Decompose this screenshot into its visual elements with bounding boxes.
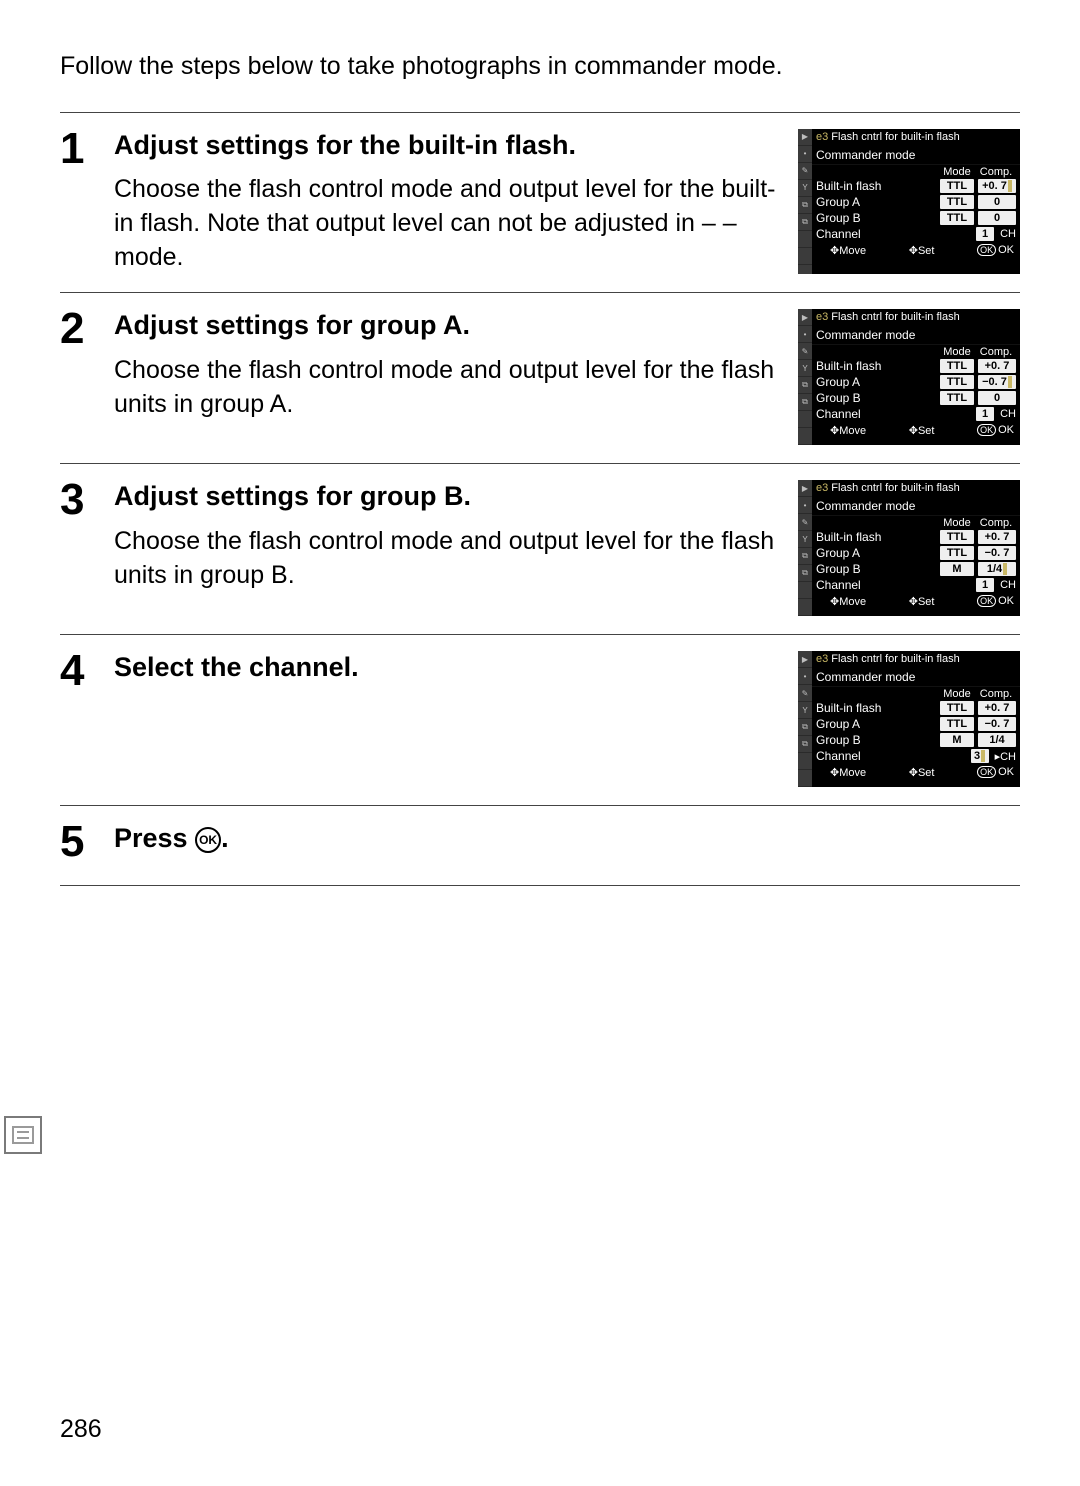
lcd-row: Group ATTL−0. 7 (812, 716, 1020, 732)
lcd-row: Group ATTL0 (812, 194, 1020, 210)
lcd-channel-row: Channel1CH (812, 406, 1020, 422)
step-item: 4Select the channel. ▶•✎Y⧉⧉e3 Flash cntrl… (60, 635, 1020, 806)
step-description: Choose the flash control mode and output… (114, 525, 778, 593)
lcd-subtitle: Commander mode (812, 326, 1020, 345)
lcd-channel-row: Channel1CH (812, 577, 1020, 593)
lcd-footer: ✥Move✥SetOKOK (812, 242, 1020, 260)
step-description: Choose the flash control mode and output… (114, 354, 778, 422)
ok-icon: OK (195, 827, 221, 853)
lcd-channel-row: Channel1CH (812, 226, 1020, 242)
step-item: 2Adjust settings for group A. Choose the … (60, 293, 1020, 464)
lcd-header-row: ModeComp. (812, 345, 1020, 358)
lcd-subtitle: Commander mode (812, 668, 1020, 687)
step-number: 4 (60, 647, 114, 787)
step-title: Adjust settings for group A. (114, 309, 778, 341)
step-number: 1 (60, 125, 114, 275)
lcd-row: Group ATTL−0. 7 (812, 545, 1020, 561)
lcd-channel-row: Channel3▸CH (812, 748, 1020, 764)
intro-text: Follow the steps below to take photograp… (60, 50, 1020, 84)
step-title: Select the channel. (114, 651, 778, 683)
lcd-header-row: ModeComp. (812, 165, 1020, 178)
lcd-row: Built-in flashTTL+0. 7 (812, 178, 1020, 194)
page-number: 286 (60, 1415, 102, 1444)
lcd-subtitle: Commander mode (812, 146, 1020, 165)
lcd-screenshot: ▶•✎Y⧉⧉e3 Flash cntrl for built-in flashC… (798, 480, 1020, 616)
lcd-header-row: ModeComp. (812, 516, 1020, 529)
lcd-row: Built-in flashTTL+0. 7 (812, 358, 1020, 374)
lcd-footer: ✥Move✥SetOKOK (812, 593, 1020, 611)
lcd-screenshot: ▶•✎Y⧉⧉e3 Flash cntrl for built-in flashC… (798, 129, 1020, 275)
lcd-footer: ✥Move✥SetOKOK (812, 764, 1020, 782)
step-item: 1Adjust settings for the built-in flash.… (60, 113, 1020, 294)
step-title: Press OK. (114, 822, 1020, 854)
lcd-screenshot: ▶•✎Y⧉⧉e3 Flash cntrl for built-in flashC… (798, 309, 1020, 445)
lcd-row: Group BTTL0 (812, 210, 1020, 226)
lcd-row: Group BM1/4 (812, 732, 1020, 748)
lcd-title: e3 Flash cntrl for built-in flash (812, 480, 1020, 497)
step-title: Adjust settings for the built-in flash. (114, 129, 778, 161)
lcd-row: Group BTTL0 (812, 390, 1020, 406)
step-title: Adjust settings for group B. (114, 480, 778, 512)
step-description: Choose the flash control mode and output… (114, 173, 778, 274)
lcd-title: e3 Flash cntrl for built-in flash (812, 651, 1020, 668)
step-number: 2 (60, 305, 114, 445)
lcd-header-row: ModeComp. (812, 687, 1020, 700)
step-number: 5 (60, 818, 114, 866)
step-item: 3Adjust settings for group B. Choose the … (60, 464, 1020, 635)
lcd-title: e3 Flash cntrl for built-in flash (812, 309, 1020, 326)
lcd-row: Built-in flashTTL+0. 7 (812, 529, 1020, 545)
lcd-title: e3 Flash cntrl for built-in flash (812, 129, 1020, 146)
menu-icon (4, 1116, 42, 1154)
lcd-footer: ✥Move✥SetOKOK (812, 422, 1020, 440)
lcd-row: Built-in flashTTL+0. 7 (812, 700, 1020, 716)
step-list: 1Adjust settings for the built-in flash.… (60, 112, 1020, 886)
lcd-subtitle: Commander mode (812, 497, 1020, 516)
lcd-row: Group BM1/4 (812, 561, 1020, 577)
lcd-screenshot: ▶•✎Y⧉⧉e3 Flash cntrl for built-in flashC… (798, 651, 1020, 787)
step-number: 3 (60, 476, 114, 616)
step-item: 5Press OK. (60, 806, 1020, 885)
lcd-row: Group ATTL−0. 7 (812, 374, 1020, 390)
